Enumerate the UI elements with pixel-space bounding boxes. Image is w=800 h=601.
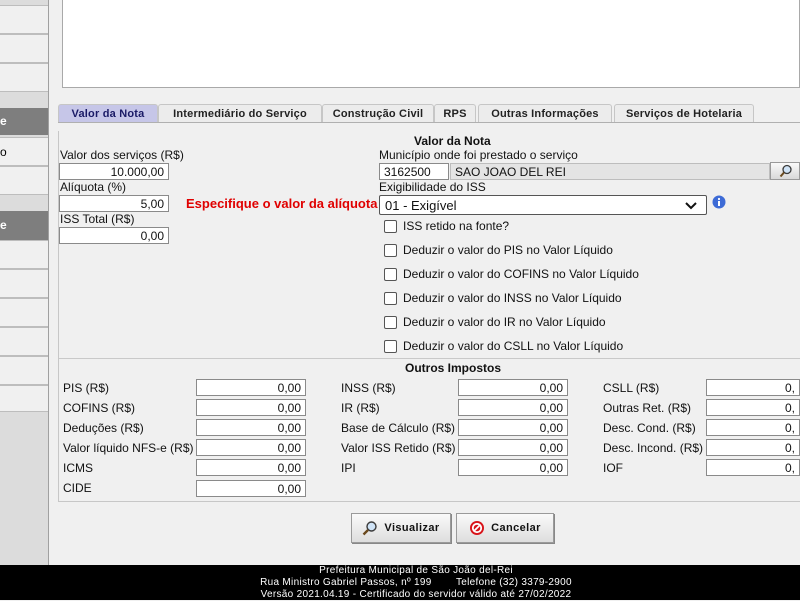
footer-line-2: Rua Ministro Gabriel Passos, nº 199 Tele…	[260, 577, 572, 588]
valor-liquido-label: Valor líquido NFS-e (R$)	[63, 441, 194, 455]
tab-intermediario[interactable]: Intermediário do Serviço	[158, 104, 322, 123]
section-title-outros-impostos: Outros Impostos	[405, 361, 502, 375]
iof-label: IOF	[603, 461, 623, 475]
cancelar-label: Cancelar	[491, 522, 541, 534]
tab-rps[interactable]: RPS	[434, 104, 476, 123]
cide-label: CIDE	[63, 481, 92, 495]
cofins-input[interactable]: 0,00	[196, 399, 306, 416]
sidebar-item[interactable]	[0, 385, 48, 412]
sidebar-section-header: e	[0, 108, 48, 135]
deduzir-cofins-label: Deduzir o valor do COFINS no Valor Líqui…	[403, 267, 639, 281]
tab-construcao-civil[interactable]: Construção Civil	[322, 104, 434, 123]
search-icon	[363, 521, 378, 536]
deduzir-inss-label: Deduzir o valor do INSS no Valor Líquido	[403, 291, 622, 305]
sidebar-item[interactable]	[0, 240, 48, 269]
tab-servicos-hotelaria[interactable]: Serviços de Hotelaria	[614, 104, 754, 123]
sidebar-item[interactable]	[0, 166, 48, 195]
deduzir-inss-checkbox[interactable]	[384, 292, 397, 305]
cide-input[interactable]: 0,00	[196, 480, 306, 497]
municipio-label: Município onde foi prestado o serviço	[379, 148, 578, 162]
base-calculo-label: Base de Cálculo (R$)	[341, 421, 456, 435]
csll-label: CSLL (R$)	[603, 381, 660, 395]
ir-input[interactable]: 0,00	[458, 399, 568, 416]
inss-input[interactable]: 0,00	[458, 379, 568, 396]
exigibilidade-selected-value: 01 - Exigível	[385, 198, 457, 213]
iss-retido-label: ISS retido na fonte?	[403, 219, 510, 233]
section-divider	[59, 358, 800, 359]
deduzir-csll-label: Deduzir o valor do CSLL no Valor Líquido	[403, 339, 624, 353]
page-footer: Prefeitura Municipal de São João del-Rei…	[0, 565, 800, 600]
chevron-down-icon	[685, 202, 697, 210]
pis-label: PIS (R$)	[63, 381, 110, 395]
outras-ret-label: Outras Ret. (R$)	[603, 401, 692, 415]
sidebar-section-header: e	[0, 211, 48, 240]
exigibilidade-select[interactable]: 01 - Exigível	[379, 195, 707, 215]
iss-total-input[interactable]: 0,00	[59, 227, 169, 244]
aliquota-warning: Especifique o valor da alíquota	[186, 196, 378, 211]
desc-cond-label: Desc. Cond. (R$)	[603, 421, 696, 435]
left-sidebar: e o e	[0, 0, 49, 565]
deduzir-ir-label: Deduzir o valor do IR no Valor Líquido	[403, 315, 606, 329]
ir-label: IR (R$)	[341, 401, 380, 415]
iss-retido-checkbox[interactable]	[384, 220, 397, 233]
visualizar-label: Visualizar	[384, 522, 440, 534]
tab-outras-informacoes[interactable]: Outras Informações	[478, 104, 612, 123]
visualizar-button[interactable]: Visualizar	[351, 513, 451, 543]
footer-line-3: Versão 2021.04.19 - Certificado do servi…	[260, 589, 572, 600]
desc-cond-input[interactable]: 0,	[706, 419, 800, 436]
iof-input[interactable]: 0,	[706, 459, 800, 476]
tab-valor-da-nota[interactable]: Valor da Nota	[58, 104, 158, 123]
deduzir-cofins-checkbox[interactable]	[384, 268, 397, 281]
valor-liquido-input[interactable]: 0,00	[196, 439, 306, 456]
desc-incond-input[interactable]: 0,	[706, 439, 800, 456]
cancelar-button[interactable]: Cancelar	[456, 513, 554, 543]
tab-divider	[58, 122, 800, 123]
info-icon[interactable]	[712, 195, 726, 209]
sidebar-item[interactable]	[0, 269, 48, 298]
sidebar-item[interactable]: o	[0, 137, 48, 166]
icms-input[interactable]: 0,00	[196, 459, 306, 476]
municipio-name-field: SAO JOAO DEL REI	[450, 163, 770, 180]
icms-label: ICMS	[63, 461, 93, 475]
description-textarea[interactable]	[62, 0, 800, 88]
aliquota-input[interactable]: 5,00	[59, 195, 169, 212]
deduzir-pis-label: Deduzir o valor do PIS no Valor Líquido	[403, 243, 613, 257]
base-calculo-input[interactable]: 0,00	[458, 419, 568, 436]
section-title-valor-da-nota: Valor da Nota	[414, 134, 491, 148]
deducoes-label: Deduções (R$)	[63, 421, 144, 435]
valor-iss-retido-input[interactable]: 0,00	[458, 439, 568, 456]
sidebar-item[interactable]	[0, 5, 48, 34]
municipio-search-button[interactable]	[770, 162, 800, 180]
footer-line-1: Prefeitura Municipal de São João del-Rei	[319, 565, 513, 576]
cancel-icon	[470, 521, 485, 535]
sidebar-item[interactable]	[0, 327, 48, 356]
aliquota-label: Alíquota (%)	[60, 180, 127, 194]
pis-input[interactable]: 0,00	[196, 379, 306, 396]
sidebar-item[interactable]	[0, 298, 48, 327]
deduzir-ir-checkbox[interactable]	[384, 316, 397, 329]
deduzir-csll-checkbox[interactable]	[384, 340, 397, 353]
csll-input[interactable]: 0,	[706, 379, 800, 396]
desc-incond-label: Desc. Incond. (R$)	[603, 441, 704, 455]
cofins-label: COFINS (R$)	[63, 401, 135, 415]
sidebar-item[interactable]	[0, 356, 48, 385]
search-icon	[779, 164, 792, 178]
municipio-code-input[interactable]: 3162500	[379, 163, 449, 180]
sidebar-item[interactable]	[0, 63, 48, 92]
outras-ret-input[interactable]: 0,	[706, 399, 800, 416]
deduzir-pis-checkbox[interactable]	[384, 244, 397, 257]
ipi-input[interactable]: 0,00	[458, 459, 568, 476]
exigibilidade-label: Exigibilidade do ISS	[379, 180, 486, 194]
valor-servicos-input[interactable]: 10.000,00	[59, 163, 169, 180]
sidebar-item[interactable]	[0, 34, 48, 63]
inss-label: INSS (R$)	[341, 381, 396, 395]
deducoes-input[interactable]: 0,00	[196, 419, 306, 436]
valor-servicos-label: Valor dos serviços (R$)	[60, 148, 184, 162]
ipi-label: IPI	[341, 461, 356, 475]
valor-iss-retido-label: Valor ISS Retido (R$)	[341, 441, 456, 455]
iss-total-label: ISS Total (R$)	[60, 212, 135, 226]
